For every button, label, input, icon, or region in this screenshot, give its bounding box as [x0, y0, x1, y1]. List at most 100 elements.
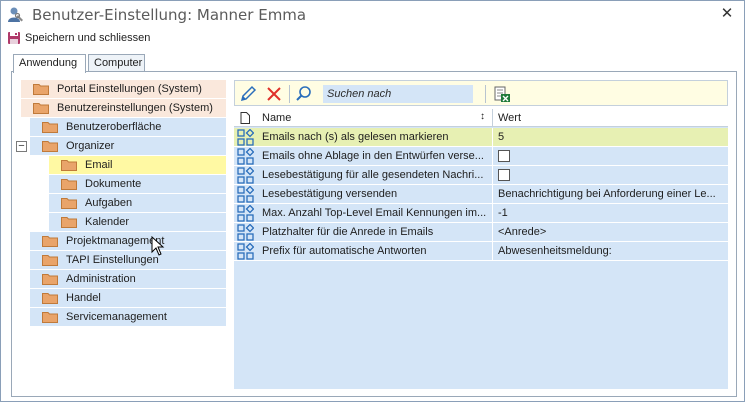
cell-name: Prefix für automatische Antworten: [262, 245, 427, 257]
table-row[interactable]: Lesebestätigung versenden Benachrichtigun…: [234, 185, 728, 204]
cell-name: Platzhalter für die Anrede in Emails: [262, 226, 434, 238]
folder-icon: [42, 274, 58, 285]
close-icon[interactable]: ✕: [718, 5, 736, 23]
toolbar-separator: [289, 85, 290, 103]
tree-item-label: Benutzeroberfläche: [66, 121, 162, 133]
column-divider: [492, 223, 493, 242]
folder-icon: [33, 103, 49, 114]
folder-icon: [42, 236, 58, 247]
tree-item[interactable]: TAPI Einstellungen: [30, 251, 226, 270]
cell-value[interactable]: Benachrichtigung bei Anforderung einer L…: [498, 188, 724, 200]
tree-item[interactable]: Servicemanagement: [30, 308, 226, 327]
column-divider: [492, 166, 493, 185]
cell-name: Max. Anzahl Top-Level Email Kennungen im…: [262, 207, 487, 219]
setting-property-icon: [237, 148, 254, 165]
collapse-icon[interactable]: −: [16, 141, 27, 152]
setting-property-icon: [237, 205, 254, 222]
table-row[interactable]: Prefix für automatische Antworten Abwesen…: [234, 242, 728, 261]
table-row[interactable]: Emails nach (s) als gelesen markieren 5: [234, 128, 728, 147]
mouse-cursor-icon: [151, 236, 165, 256]
setting-property-icon: [237, 243, 254, 260]
folder-icon: [42, 255, 58, 266]
tree-item[interactable]: Handel: [30, 289, 226, 308]
column-header-name[interactable]: Name: [262, 112, 291, 124]
save-and-close-button[interactable]: Speichern und schliessen: [7, 29, 150, 47]
column-divider: [492, 204, 493, 223]
column-divider: [492, 147, 493, 166]
tree-item[interactable]: Aufgaben: [49, 194, 226, 213]
tree-item[interactable]: Organizer: [30, 137, 226, 156]
excel-export-icon[interactable]: [493, 85, 511, 103]
cell-value[interactable]: Abwesenheitsmeldung:: [498, 245, 724, 257]
user-settings-icon: [8, 7, 23, 22]
delete-x-icon[interactable]: [265, 85, 283, 103]
setting-property-icon: [237, 224, 254, 241]
table-row[interactable]: Lesebestätigung für alle gesendeten Nach…: [234, 166, 728, 185]
tab-computer[interactable]: Computer: [88, 54, 145, 72]
column-divider: [492, 242, 493, 261]
table-row[interactable]: Platzhalter für die Anrede in Emails <Anr…: [234, 223, 728, 242]
tree-item[interactable]: Dokumente: [49, 175, 226, 194]
tree-item[interactable]: Benutzereinstellungen (System): [21, 99, 226, 118]
tree-item[interactable]: Portal Einstellungen (System): [21, 80, 226, 99]
document-icon: [240, 112, 250, 124]
settings-tree: Portal Einstellungen (System) Benutzerein…: [16, 80, 226, 380]
tree-item-label: Handel: [66, 292, 101, 304]
cell-value[interactable]: -1: [498, 207, 724, 219]
content-panel: Portal Einstellungen (System) Benutzerein…: [11, 71, 737, 397]
title-bar: Benutzer-Einstellung: Manner Emma ✕: [1, 1, 744, 28]
tree-item-label: Organizer: [66, 140, 115, 152]
tab-anwendung[interactable]: Anwendung: [13, 54, 86, 73]
folder-icon: [61, 160, 77, 171]
folder-icon: [61, 217, 77, 228]
folder-icon: [42, 122, 58, 133]
table-row[interactable]: Max. Anzahl Top-Level Email Kennungen im…: [234, 204, 728, 223]
tree-item-label: Projektmanagement: [66, 235, 165, 247]
tree-item-label: TAPI Einstellungen: [66, 254, 159, 266]
window-title: Benutzer-Einstellung: Manner Emma: [32, 6, 307, 24]
column-divider[interactable]: [492, 109, 493, 127]
save-and-close-label: Speichern und schliessen: [25, 32, 151, 44]
settings-window: Benutzer-Einstellung: Manner Emma ✕ Spei…: [0, 0, 745, 402]
cell-value[interactable]: 5: [498, 131, 724, 143]
cell-name: Emails ohne Ablage in den Entwürfen vers…: [262, 150, 484, 162]
tree-item-label: Kalender: [85, 216, 130, 228]
cell-name: Lesebestätigung für alle gesendeten Nach…: [262, 169, 484, 181]
tree-item[interactable]: Kalender: [49, 213, 226, 232]
settings-grid: Name ↕ Wert Emails nach (s) als gelesen …: [234, 109, 728, 389]
tree-item-label: Administration: [66, 273, 136, 285]
search-input[interactable]: [323, 85, 473, 103]
table-row[interactable]: Emails ohne Ablage in den Entwürfen vers…: [234, 147, 728, 166]
toolbar-separator: [485, 85, 486, 103]
folder-icon: [42, 312, 58, 323]
grid-header: Name ↕ Wert: [234, 109, 728, 127]
main-toolbar: Speichern und schliessen: [1, 28, 744, 48]
folder-icon: [61, 179, 77, 190]
cell-name: Lesebestätigung versenden: [262, 188, 398, 200]
tree-item[interactable]: Benutzeroberfläche: [30, 118, 226, 137]
folder-icon: [61, 198, 77, 209]
tree-item-label: Benutzereinstellungen (System): [57, 102, 213, 114]
setting-property-icon: [237, 167, 254, 184]
tree-item-label: Servicemanagement: [66, 311, 167, 323]
column-header-value[interactable]: Wert: [498, 112, 521, 124]
search-icon[interactable]: [295, 85, 313, 103]
setting-property-icon: [237, 129, 254, 146]
grid-toolbar: [234, 80, 728, 106]
tree-item[interactable]: Administration: [30, 270, 226, 289]
edit-pencil-icon[interactable]: [239, 85, 257, 103]
tree-item-label: Email: [85, 159, 113, 171]
cell-value[interactable]: <Anrede>: [498, 226, 724, 238]
tree-item-label: Aufgaben: [85, 197, 133, 209]
tree-item[interactable]: Projektmanagement: [30, 232, 226, 251]
sort-indicator-icon[interactable]: ↕: [480, 111, 485, 122]
tree-item[interactable]: Email: [49, 156, 226, 175]
tree-item-label: Portal Einstellungen (System): [57, 83, 202, 95]
setting-property-icon: [237, 186, 254, 203]
folder-icon: [42, 293, 58, 304]
checkbox[interactable]: [498, 150, 510, 162]
folder-icon: [33, 84, 49, 95]
floppy-disk-icon: [8, 32, 20, 44]
column-divider: [492, 128, 493, 147]
checkbox[interactable]: [498, 169, 510, 181]
